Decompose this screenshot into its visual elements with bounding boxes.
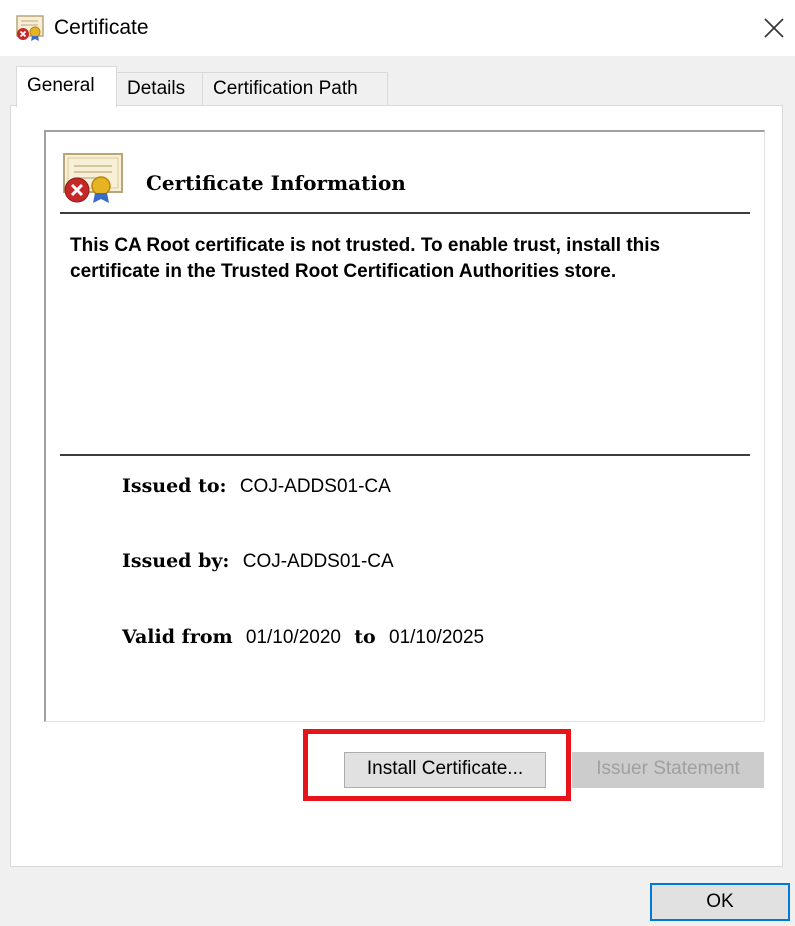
issued-by-row: Issued by: COJ-ADDS01-CA	[122, 548, 394, 575]
issued-by-label: Issued by:	[122, 550, 230, 572]
tab-certification-path[interactable]: Certification Path	[202, 72, 388, 106]
install-certificate-button[interactable]: Install Certificate...	[344, 752, 546, 788]
divider	[60, 212, 750, 214]
certificate-info-heading: Certificate Information	[146, 171, 406, 195]
issuer-statement-button: Issuer Statement	[572, 752, 764, 788]
issued-to-label: Issued to:	[122, 475, 227, 497]
tab-label: General	[27, 75, 95, 96]
valid-dates-row: Valid from 01/10/2020 to 01/10/2025	[122, 624, 484, 651]
valid-from-label: Valid from	[122, 626, 233, 648]
certificate-error-icon	[16, 15, 44, 41]
ok-button[interactable]: OK	[650, 883, 790, 921]
issued-to-value: COJ-ADDS01-CA	[239, 476, 391, 497]
tab-details[interactable]: Details	[116, 72, 203, 106]
valid-to-value: 01/10/2025	[389, 627, 485, 648]
valid-to-label: to	[354, 626, 376, 648]
title-bar: Certificate	[0, 0, 795, 56]
tab-label: Details	[127, 78, 186, 99]
window-title: Certificate	[54, 16, 149, 39]
close-icon[interactable]	[756, 10, 792, 46]
trust-warning-text: This CA Root certificate is not trusted.…	[70, 235, 661, 282]
valid-from-value: 01/10/2020	[245, 627, 341, 648]
issued-to-row: Issued to: COJ-ADDS01-CA	[122, 473, 391, 500]
issued-by-value: COJ-ADDS01-CA	[242, 551, 394, 572]
divider	[60, 454, 750, 456]
tab-label: Certification Path	[213, 78, 358, 99]
certificate-untrusted-icon	[63, 153, 123, 203]
tab-general[interactable]: General	[16, 66, 117, 107]
